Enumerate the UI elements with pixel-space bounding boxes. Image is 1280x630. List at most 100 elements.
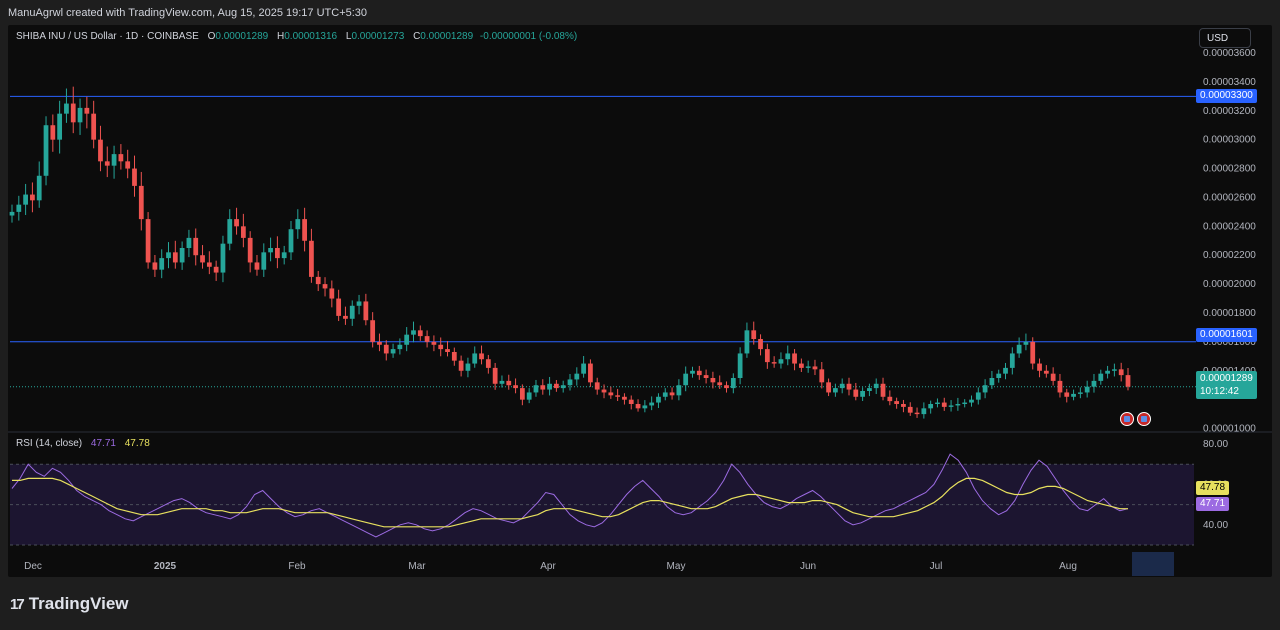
candle-body[interactable]	[397, 344, 403, 350]
candle-body[interactable]	[907, 406, 913, 413]
rsi-name[interactable]: RSI (14, close)	[16, 438, 82, 449]
candle-body[interactable]	[615, 395, 621, 397]
candle-body[interactable]	[519, 388, 525, 400]
candle-body[interactable]	[329, 288, 335, 299]
candle-body[interactable]	[247, 237, 253, 263]
candle-body[interactable]	[649, 402, 655, 406]
candle-body[interactable]	[764, 349, 770, 363]
candle-body[interactable]	[1091, 380, 1097, 387]
candle-body[interactable]	[261, 252, 267, 270]
candle-body[interactable]	[64, 103, 69, 114]
candle-body[interactable]	[411, 330, 416, 335]
candle-body[interactable]	[227, 219, 233, 244]
candle-body[interactable]	[1125, 375, 1131, 387]
candle-body[interactable]	[608, 392, 614, 396]
candle-body[interactable]	[179, 248, 185, 263]
candle-body[interactable]	[696, 370, 702, 376]
candle-body[interactable]	[302, 219, 307, 241]
candle-body[interactable]	[309, 240, 314, 277]
candle-body[interactable]	[499, 380, 505, 384]
candle-body[interactable]	[744, 330, 750, 354]
candle-body[interactable]	[962, 402, 968, 404]
candle-body[interactable]	[601, 389, 607, 393]
candle-body[interactable]	[1043, 370, 1049, 374]
candle-body[interactable]	[104, 161, 110, 166]
candle-body[interactable]	[295, 219, 301, 230]
candle-body[interactable]	[166, 252, 171, 259]
candle-body[interactable]	[479, 353, 484, 360]
candle-body[interactable]	[928, 404, 934, 409]
candle-body[interactable]	[730, 378, 736, 389]
candle-body[interactable]	[1030, 341, 1036, 364]
candle-body[interactable]	[996, 373, 1002, 378]
candle-body[interactable]	[472, 353, 478, 364]
candle-body[interactable]	[513, 385, 518, 389]
candle-body[interactable]	[417, 330, 423, 337]
candle-body[interactable]	[560, 385, 566, 389]
candle-body[interactable]	[315, 276, 321, 285]
candle-body[interactable]	[873, 383, 879, 389]
candle-body[interactable]	[935, 402, 940, 404]
candle-body[interactable]	[1023, 341, 1029, 345]
candle-body[interactable]	[826, 382, 831, 393]
candle-body[interactable]	[145, 219, 151, 263]
us-flag-event-icon[interactable]	[1137, 412, 1151, 426]
candle-body[interactable]	[948, 405, 954, 407]
candle-body[interactable]	[914, 412, 920, 415]
candle-body[interactable]	[1118, 369, 1124, 376]
currency-button[interactable]: USD	[1199, 28, 1251, 48]
candle-body[interactable]	[581, 363, 586, 374]
candle-body[interactable]	[526, 392, 532, 400]
candle-body[interactable]	[533, 385, 539, 393]
candle-body[interactable]	[717, 382, 723, 386]
candle-body[interactable]	[268, 248, 273, 253]
candle-body[interactable]	[819, 369, 825, 383]
candle-body[interactable]	[1064, 392, 1070, 397]
candle-body[interactable]	[200, 255, 205, 263]
candle-body[interactable]	[894, 401, 900, 404]
candle-body[interactable]	[206, 262, 212, 267]
chart-canvas[interactable]: 0.00003600 0.00003400 0.00003200 0.00003000…	[0, 0, 1280, 630]
candle-body[interactable]	[152, 262, 158, 270]
candle-body[interactable]	[370, 320, 376, 342]
candle-body[interactable]	[737, 353, 743, 378]
candle-body[interactable]	[975, 392, 981, 400]
candle-body[interactable]	[941, 402, 947, 407]
candle-body[interactable]	[220, 243, 226, 273]
candle-body[interactable]	[125, 161, 131, 169]
candle-body[interactable]	[554, 383, 559, 389]
candle-body[interactable]	[969, 399, 974, 403]
candle-body[interactable]	[839, 383, 845, 389]
candle-body[interactable]	[635, 404, 641, 409]
candle-body[interactable]	[424, 336, 430, 342]
candle-body[interactable]	[867, 388, 872, 391]
candle-body[interactable]	[778, 359, 784, 364]
candle-body[interactable]	[390, 349, 396, 354]
candle-body[interactable]	[9, 211, 15, 216]
candle-body[interactable]	[485, 359, 491, 368]
candle-body[interactable]	[322, 284, 328, 289]
candle-body[interactable]	[111, 154, 117, 166]
candle-body[interactable]	[43, 125, 49, 176]
candle-body[interactable]	[669, 392, 675, 396]
candle-body[interactable]	[186, 237, 192, 248]
candle-body[interactable]	[880, 383, 886, 397]
candle-body[interactable]	[758, 339, 763, 350]
tradingview-logo[interactable]: 17 TradingView	[10, 594, 129, 614]
candle-body[interactable]	[656, 396, 661, 403]
candle-body[interactable]	[91, 113, 97, 140]
candle-body[interactable]	[724, 385, 729, 389]
candle-body[interactable]	[98, 139, 103, 162]
candle-body[interactable]	[955, 404, 961, 406]
candle-body[interactable]	[642, 405, 648, 409]
candle-body[interactable]	[1003, 367, 1008, 374]
candle-body[interactable]	[138, 185, 144, 220]
candle-body[interactable]	[1098, 373, 1104, 381]
candle-body[interactable]	[363, 301, 369, 321]
candle-body[interactable]	[1105, 370, 1110, 374]
candle-body[interactable]	[676, 385, 682, 396]
candle-body[interactable]	[438, 344, 444, 350]
candle-body[interactable]	[349, 305, 355, 319]
candle-body[interactable]	[901, 404, 906, 407]
candle-body[interactable]	[431, 341, 437, 345]
